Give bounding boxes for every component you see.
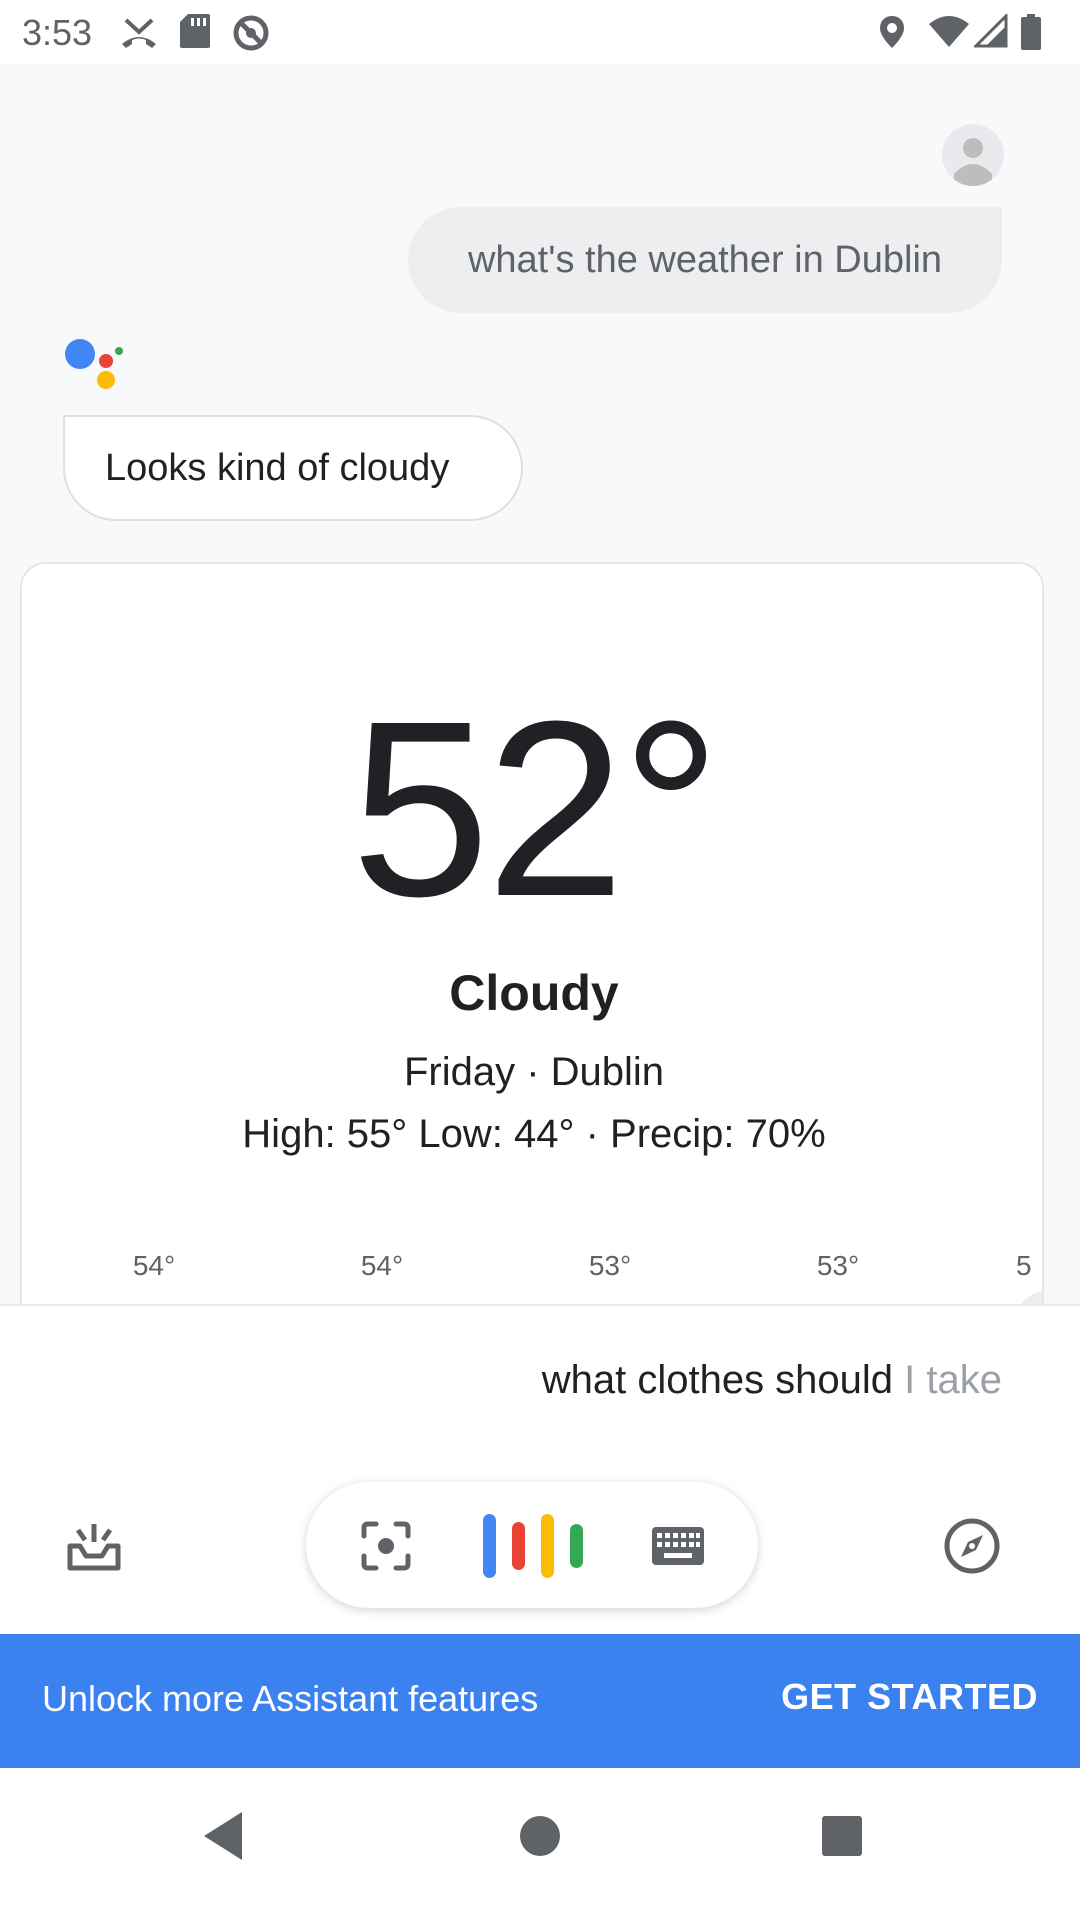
do-not-disturb-icon [232, 14, 270, 57]
assistant-mic-icon[interactable] [476, 1510, 586, 1582]
unlock-features-banner: Unlock more Assistant features GET START… [0, 1634, 1080, 1768]
wifi-icon [928, 14, 970, 53]
person-icon [954, 138, 992, 186]
current-temperature: 52° [350, 669, 721, 948]
recents-icon[interactable] [816, 1808, 872, 1869]
status-time: 3:53 [22, 12, 93, 53]
day-city: Friday · Dublin [403, 1050, 665, 1094]
location-icon [878, 14, 906, 55]
hourly-temp: 54° [360, 1250, 404, 1281]
sd-card-icon [180, 14, 210, 53]
explore-compass-icon[interactable] [940, 1514, 1004, 1578]
get-started-button[interactable]: GET STARTED [781, 1676, 1038, 1718]
lens-icon[interactable] [358, 1518, 414, 1574]
google-assistant-logo-icon [62, 336, 126, 396]
query-partial: I take [893, 1358, 1002, 1402]
user-query-bubble: what's the weather in Dublin [408, 207, 1002, 313]
navigation-bar [0, 1768, 1080, 1920]
weather-condition: Cloudy [449, 965, 619, 1021]
hourly-temp: 54° [132, 1250, 176, 1281]
missed-call-icon [120, 14, 158, 55]
battery-icon [1020, 14, 1042, 55]
banner-text: Unlock more Assistant features [42, 1678, 539, 1719]
hourly-temp: 5 [1016, 1250, 1032, 1281]
assistant-input-pill [306, 1482, 758, 1608]
keyboard-icon[interactable] [648, 1520, 708, 1572]
avatar[interactable] [942, 124, 1004, 186]
live-query-text: what clothes should I take [542, 1358, 1002, 1403]
assistant-reply-bubble: Looks kind of cloudy [63, 415, 523, 521]
cellular-icon [972, 12, 1008, 53]
conversation-area[interactable]: what's the weather in Dublin Looks kind … [0, 64, 1080, 1304]
query-confirmed: what clothes should [541, 1358, 894, 1402]
back-icon[interactable] [200, 1808, 248, 1869]
status-bar: 3:53 [0, 0, 1080, 64]
hourly-weather-icon [1012, 1290, 1042, 1304]
high-low-precip: High: 55° Low: 44° · Precip: 70% [242, 1112, 826, 1156]
input-area: what clothes should I take [0, 1304, 1080, 1634]
assistant-reply-text: Looks kind of cloudy [105, 446, 450, 489]
home-icon[interactable] [512, 1808, 568, 1869]
weather-card[interactable]: 52° Cloudy Friday · Dublin High: 55° Low… [20, 562, 1044, 1304]
hourly-temp: 53° [816, 1250, 860, 1281]
updates-tray-icon[interactable] [58, 1514, 130, 1578]
hourly-temp: 53° [588, 1250, 632, 1281]
